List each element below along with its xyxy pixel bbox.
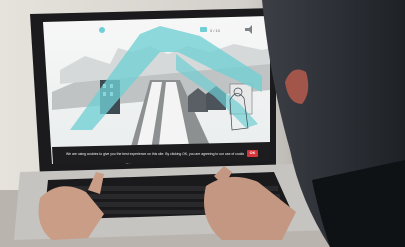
score-readout: 0 / 10 xyxy=(210,28,221,33)
clock-icon[interactable] xyxy=(99,27,105,33)
score-icon[interactable] xyxy=(200,27,207,32)
cookie-ok-button[interactable]: OK xyxy=(247,150,258,157)
laptop-screen xyxy=(43,16,270,164)
cookie-message: We are using cookies to give you the bes… xyxy=(66,152,244,156)
photo-scene: 0 / 10 xyxy=(0,0,405,247)
